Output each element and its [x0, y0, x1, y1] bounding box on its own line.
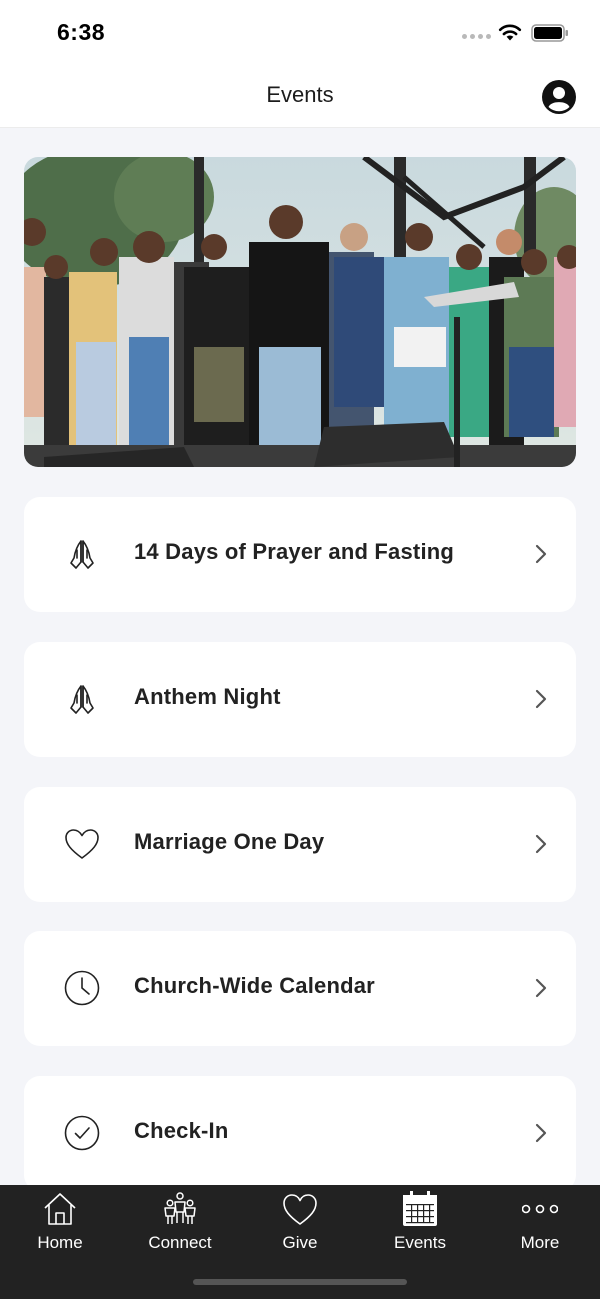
hero-photo — [24, 157, 576, 467]
event-card-marriage-one-day[interactable]: Marriage One Day — [24, 787, 576, 902]
tab-home[interactable]: Home — [0, 1185, 120, 1265]
profile-icon[interactable] — [542, 80, 576, 114]
event-label: Church-Wide Calendar — [134, 973, 375, 998]
tab-events[interactable]: Events — [360, 1185, 480, 1265]
event-label: Marriage One Day — [134, 829, 325, 854]
wifi-icon — [498, 24, 522, 41]
tab-label: Events — [394, 1233, 446, 1252]
tab-more[interactable]: More — [480, 1185, 600, 1265]
tab-give[interactable]: Give — [240, 1185, 360, 1265]
event-label: 14 Days of Prayer and Fasting — [134, 539, 455, 564]
home-indicator — [193, 1279, 407, 1285]
battery-icon — [531, 24, 568, 42]
event-card-check-in[interactable]: Check-In — [24, 1076, 576, 1191]
check-circle-icon — [64, 1115, 100, 1151]
event-label: Check-In — [134, 1118, 229, 1143]
tab-label: More — [520, 1233, 560, 1252]
tab-label: Home — [37, 1233, 83, 1252]
calendar-icon — [403, 1191, 437, 1226]
cellular-signal-icon — [462, 34, 491, 39]
chevron-right-icon — [535, 978, 547, 998]
tab-label: Connect — [148, 1233, 212, 1252]
status-time: 6:38 — [57, 19, 106, 45]
page-title: Events — [266, 82, 334, 107]
event-card-church-calendar[interactable]: Church-Wide Calendar — [24, 931, 576, 1046]
chevron-right-icon — [535, 834, 547, 854]
event-label: Anthem Night — [134, 684, 281, 709]
chevron-right-icon — [535, 1123, 547, 1143]
event-card-anthem-night[interactable]: Anthem Night — [24, 642, 576, 757]
tab-connect[interactable]: Connect — [120, 1185, 240, 1265]
people-icon — [164, 1192, 196, 1224]
clock-icon — [64, 970, 100, 1006]
praying-hands-icon — [70, 540, 94, 569]
hero-image — [24, 157, 576, 467]
heart-icon — [283, 1194, 317, 1225]
event-card-prayer-fasting[interactable]: 14 Days of Prayer and Fasting — [24, 497, 576, 612]
heart-icon — [65, 829, 99, 859]
status-bar: 6:38 — [0, 0, 600, 64]
chevron-right-icon — [535, 689, 547, 709]
home-icon — [44, 1193, 76, 1225]
more-dots-icon — [522, 1204, 558, 1214]
tab-label: Give — [282, 1233, 318, 1252]
header: Events — [0, 64, 600, 128]
chevron-right-icon — [535, 544, 547, 564]
praying-hands-icon — [70, 685, 94, 714]
